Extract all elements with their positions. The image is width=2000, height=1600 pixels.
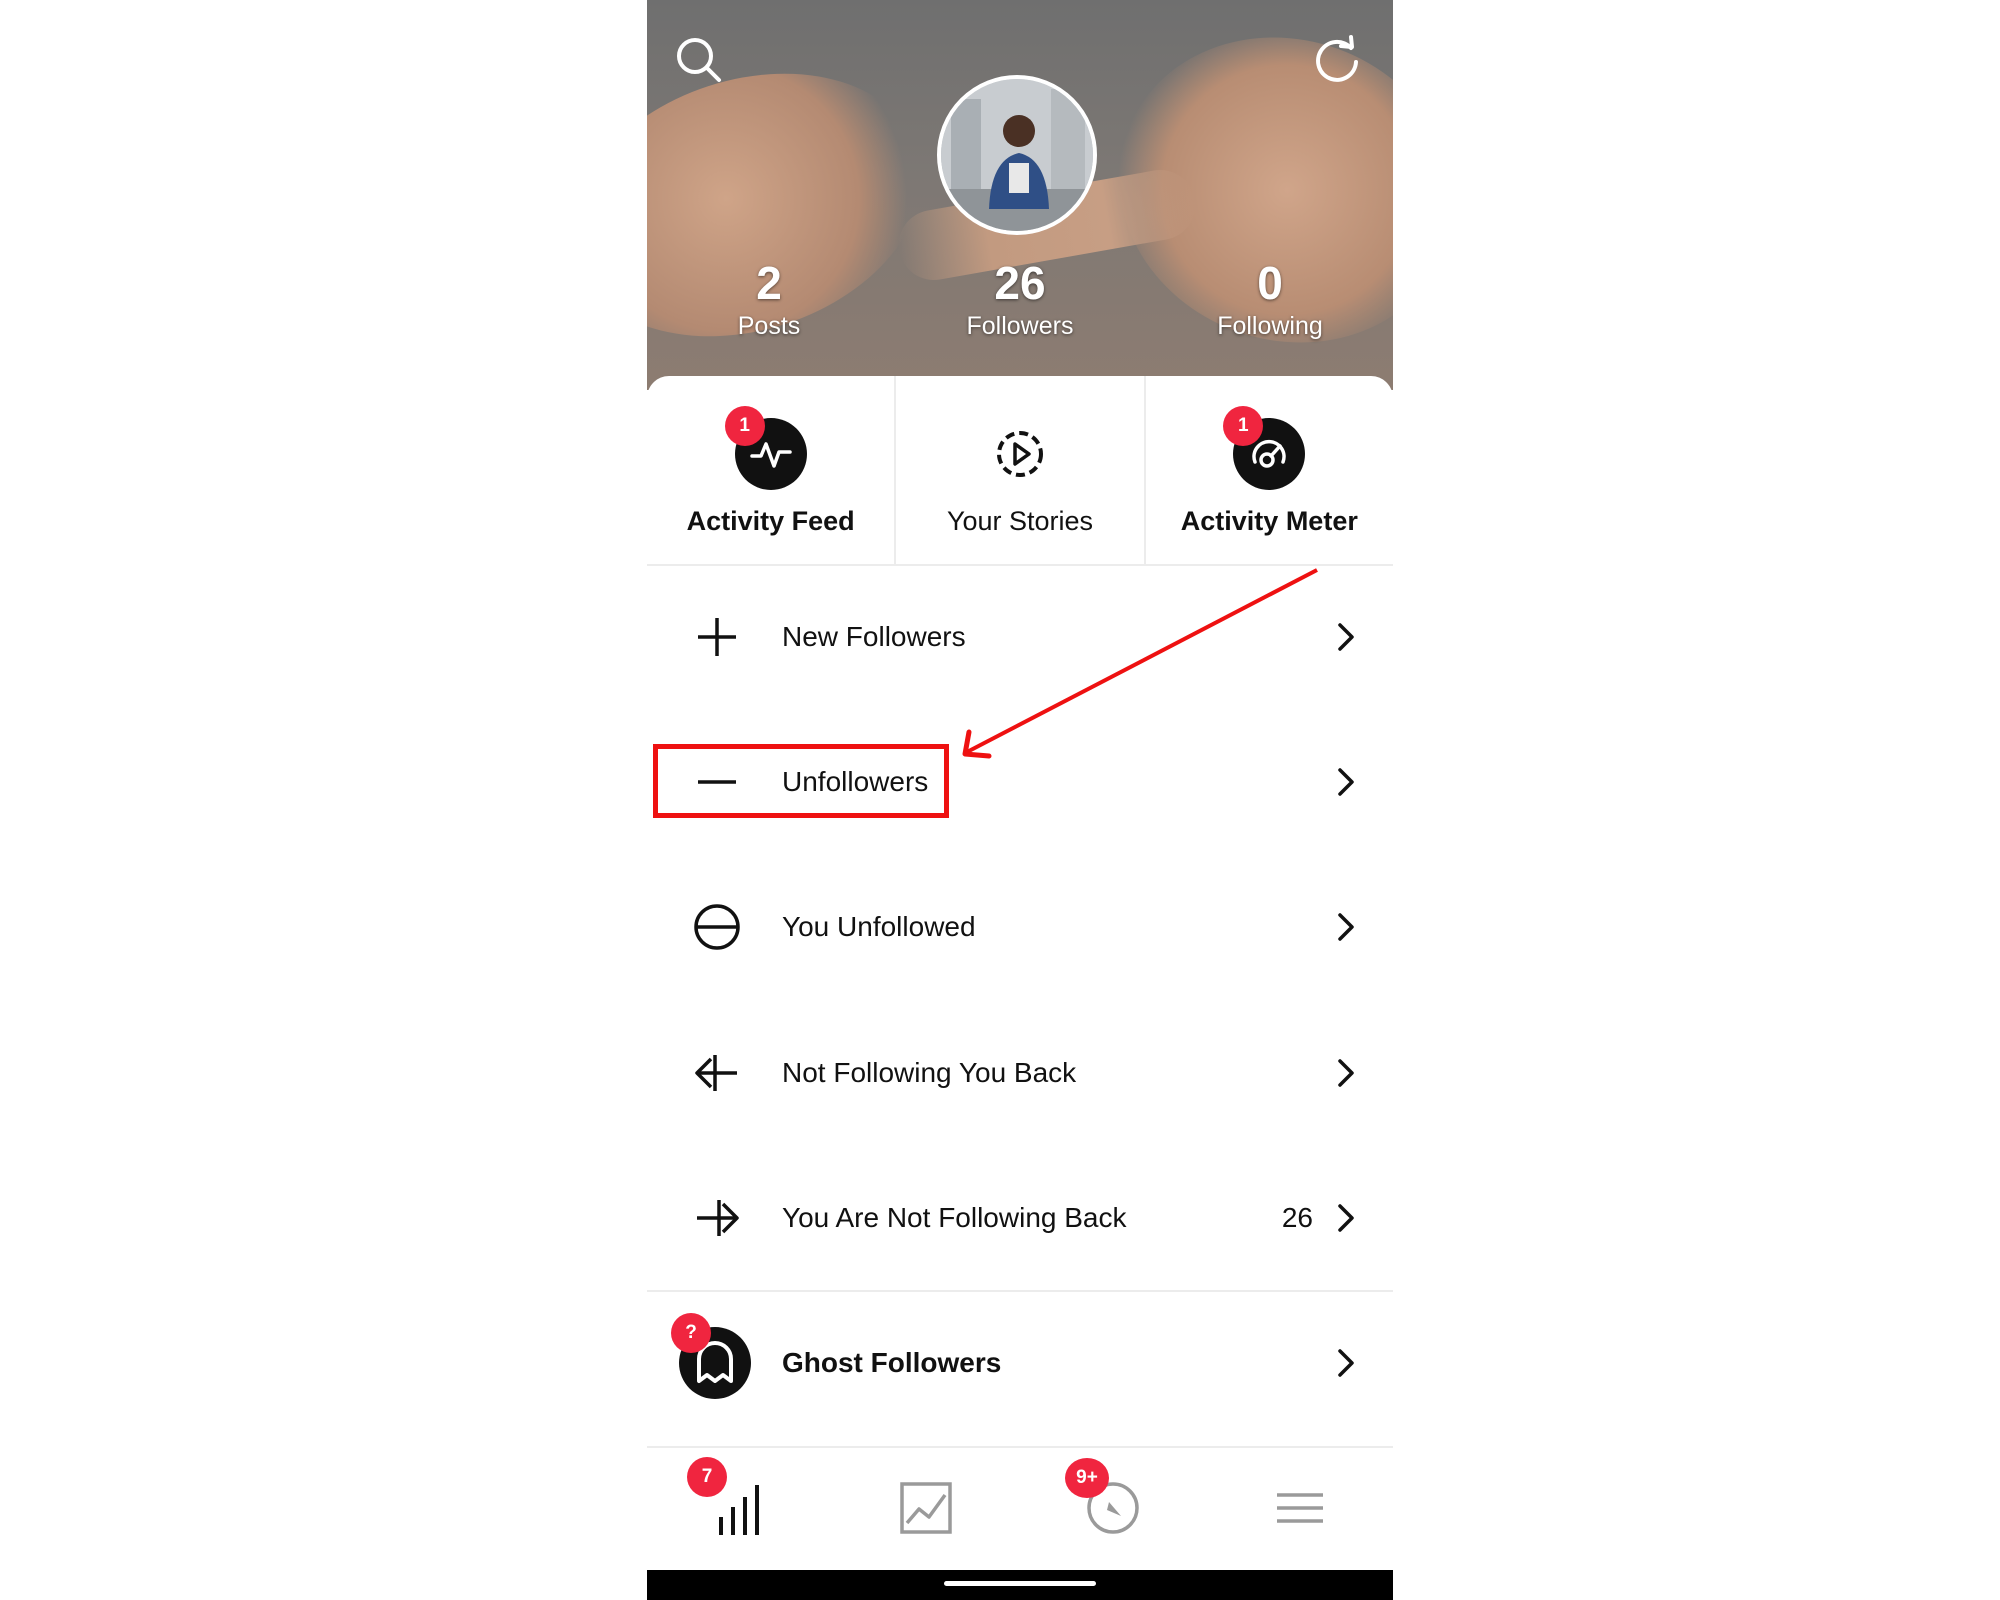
chevron-right-icon	[1331, 622, 1361, 652]
tab-your-stories-label: Your Stories	[946, 506, 1094, 536]
stat-following-label: Following	[1217, 312, 1323, 340]
tab-activity-feed[interactable]: 1 Activity Feed	[647, 376, 894, 564]
nav-stats[interactable]: 7	[647, 1448, 833, 1572]
tab-activity-feed-badge: 1	[724, 406, 765, 446]
tab-your-stories[interactable]: Your Stories	[894, 376, 1143, 564]
tab-activity-meter[interactable]: 1 Activity Meter	[1143, 376, 1393, 564]
chevron-right-icon	[1331, 912, 1361, 942]
stat-following[interactable]: 0 Following	[1170, 255, 1370, 341]
stat-posts[interactable]: 2 Posts	[669, 255, 869, 341]
chevron-right-icon	[1331, 767, 1361, 797]
menu-item-not-following-you-back[interactable]: Not Following You Back	[647, 1013, 1393, 1133]
plus-icon	[685, 605, 749, 669]
menu-item-you-unfollowed-label: You Unfollowed	[782, 911, 976, 942]
circle-minus-icon	[685, 895, 749, 959]
search-icon[interactable]	[669, 30, 729, 90]
chevron-right-icon	[1331, 1058, 1361, 1088]
menu-item-you-are-not-following-back-label: You Are Not Following Back	[782, 1202, 1127, 1233]
menu-item-not-following-you-back-label: Not Following You Back	[782, 1057, 1077, 1088]
nav-stats-badge: 7	[687, 1456, 727, 1497]
stats-bars-icon: 7	[687, 1456, 765, 1540]
menu-item-new-followers[interactable]: New Followers	[647, 577, 1393, 697]
app-screen: 2 Posts 26 Followers 0 Following 1 Activ…	[647, 0, 1393, 1600]
system-home-bar	[647, 1570, 1393, 1600]
menu-item-ghost-followers-label: Ghost Followers	[782, 1347, 1002, 1378]
chart-image-icon	[899, 1481, 953, 1540]
nav-chart[interactable]	[833, 1448, 1019, 1572]
stat-followers-value: 26	[994, 257, 1046, 309]
stat-posts-label: Posts	[737, 312, 801, 340]
activity-pulse-icon: 1	[724, 406, 807, 490]
menu-item-you-are-not-following-back[interactable]: You Are Not Following Back 26	[647, 1158, 1393, 1278]
chevron-right-icon	[1331, 1203, 1361, 1233]
tab-activity-feed-label: Activity Feed	[686, 506, 855, 536]
stat-followers-label: Followers	[966, 312, 1074, 340]
menu-item-new-followers-label: New Followers	[782, 621, 966, 652]
stat-following-value: 0	[1257, 257, 1283, 309]
tab-activity-meter-label: Activity Meter	[1180, 506, 1358, 536]
avatar[interactable]	[937, 75, 1097, 235]
menu-item-ghost-followers[interactable]: ? Ghost Followers	[647, 1303, 1393, 1423]
arrow-left-bar-icon	[685, 1041, 749, 1105]
arrow-right-bar-icon	[685, 1186, 749, 1250]
menu-item-you-unfollowed[interactable]: You Unfollowed	[647, 867, 1393, 987]
stat-followers[interactable]: 26 Followers	[920, 255, 1120, 341]
home-indicator[interactable]	[944, 1581, 1096, 1586]
profile-header: 2 Posts 26 Followers 0 Following	[647, 0, 1393, 390]
nav-explore[interactable]: 9+	[1020, 1448, 1206, 1572]
ghost-icon: ?	[671, 1313, 753, 1401]
menu-item-count: 26	[1281, 1202, 1313, 1233]
refresh-icon[interactable]	[1307, 30, 1367, 90]
meter-gauge-icon: 1	[1223, 406, 1306, 490]
ghost-followers-badge: ?	[671, 1313, 711, 1353]
compass-icon: 9+	[1065, 1457, 1141, 1541]
divider	[647, 1290, 1393, 1292]
hamburger-menu-icon	[1275, 1491, 1325, 1530]
chevron-right-icon	[1331, 1348, 1361, 1378]
nav-explore-badge: 9+	[1065, 1457, 1109, 1498]
annotation-highlight-box	[653, 744, 949, 818]
stat-posts-value: 2	[756, 257, 782, 309]
story-play-icon	[984, 418, 1056, 490]
bottom-nav: 7 9+	[647, 1446, 1393, 1572]
nav-menu[interactable]	[1207, 1448, 1393, 1572]
feature-tabs: 1 Activity Feed Your Stories 1 Activity …	[647, 376, 1393, 566]
